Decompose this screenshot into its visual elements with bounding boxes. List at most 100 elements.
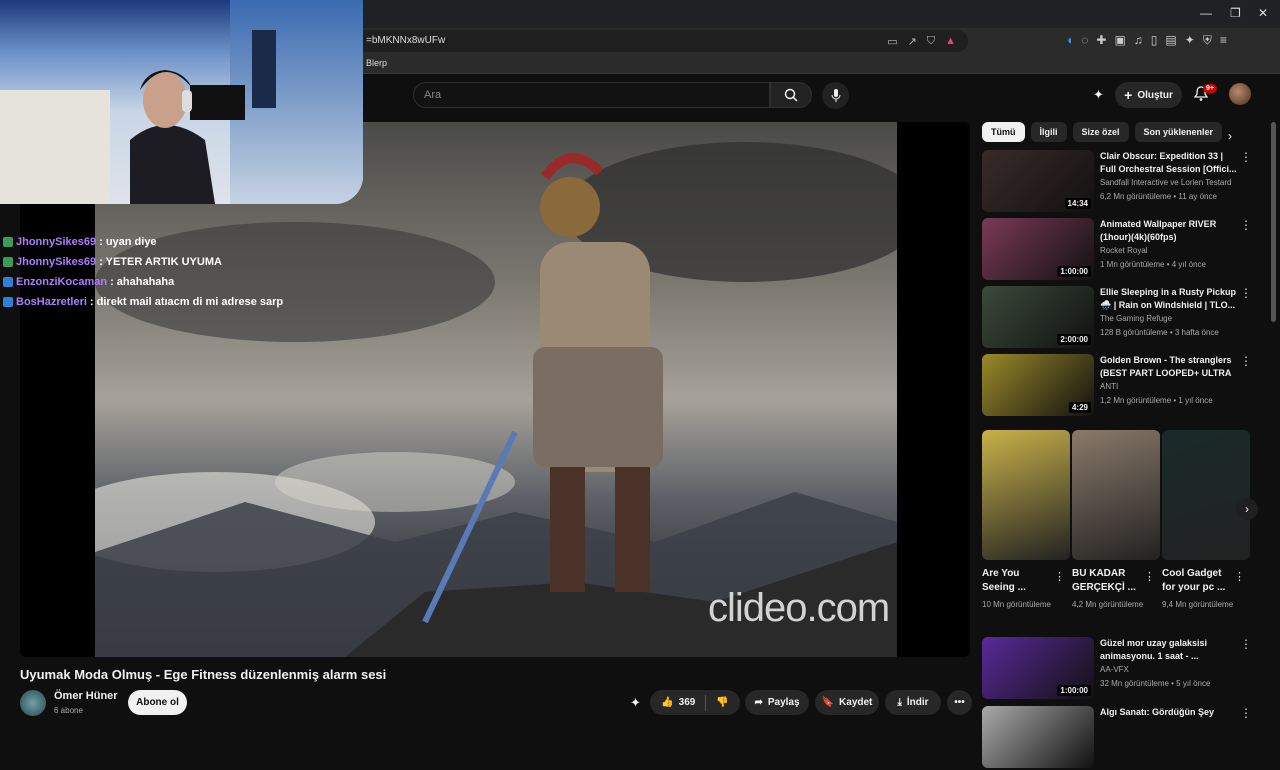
recommendation-title[interactable]: Golden Brown - The stranglers (BEST PART… bbox=[1100, 354, 1238, 380]
create-button[interactable]: + Oluştur bbox=[1115, 82, 1182, 108]
shield-icon[interactable]: ⛉ bbox=[927, 35, 935, 48]
avatar[interactable] bbox=[1229, 83, 1251, 105]
maximize-icon[interactable]: ❐ bbox=[1230, 6, 1241, 20]
short-thumbnail[interactable] bbox=[982, 430, 1070, 560]
chat-badge-icon bbox=[3, 277, 13, 287]
video-thumbnail[interactable]: 1:00:00 bbox=[982, 218, 1094, 280]
channel-avatar[interactable] bbox=[20, 690, 46, 716]
short-thumbnail[interactable] bbox=[1162, 430, 1250, 560]
filter-chip[interactable]: Tümü bbox=[982, 122, 1025, 142]
scrollbar[interactable] bbox=[1271, 122, 1276, 322]
recommendation-meta: 1,2 Mn görüntüleme • 1 yıl önce bbox=[1100, 396, 1213, 405]
recommendation-channel[interactable]: Sandfall Interactive ve Lorien Testard bbox=[1100, 178, 1231, 187]
sidebar-icon[interactable]: ▯ bbox=[1151, 33, 1158, 48]
filter-chip[interactable]: Son yüklenenler bbox=[1134, 122, 1223, 142]
recommendation-item[interactable]: 2:00:00 Ellie Sleeping in a Rusty Pickup … bbox=[982, 286, 1262, 350]
more-vert-icon[interactable]: ⋮ bbox=[1054, 570, 1065, 583]
ask-ai-icon[interactable]: ✦ bbox=[630, 695, 641, 711]
video-thumbnail[interactable] bbox=[982, 706, 1094, 768]
share-button[interactable]: ➦ Paylaş bbox=[745, 690, 809, 715]
short-item[interactable]: Cool Gadget for your pc ... 9,4 Mn görünt… bbox=[1162, 430, 1250, 611]
recommendation-meta: 128 B görüntüleme • 3 hafta önce bbox=[1100, 328, 1219, 337]
vpn-icon[interactable]: ⛨ bbox=[1203, 33, 1212, 48]
chat-text: : direkt mail atıacm di mi adrese sarp bbox=[89, 296, 284, 308]
more-vert-icon[interactable]: ⋮ bbox=[1234, 570, 1245, 583]
short-thumbnail[interactable] bbox=[1072, 430, 1160, 560]
video-thumbnail[interactable]: 2:00:00 bbox=[982, 286, 1094, 348]
more-vert-icon[interactable]: ⋮ bbox=[1240, 706, 1252, 720]
chevron-right-icon[interactable]: › bbox=[1228, 129, 1232, 143]
recommendation-title[interactable]: Algı Sanatı: Gördüğün Şey bbox=[1100, 706, 1238, 719]
filter-chip[interactable]: İlgili bbox=[1030, 122, 1067, 142]
close-icon[interactable]: ✕ bbox=[1258, 6, 1268, 20]
search-input[interactable]: Ara bbox=[413, 82, 770, 108]
cast-icon[interactable]: ▭ bbox=[887, 35, 897, 48]
filter-chip[interactable]: Size özel bbox=[1072, 122, 1129, 142]
recommendation-title[interactable]: Clair Obscur: Expedition 33 | Full Orche… bbox=[1100, 150, 1238, 176]
triangle-icon[interactable]: ▲ bbox=[945, 35, 956, 48]
wallet-icon[interactable]: ▤ bbox=[1165, 33, 1176, 48]
recommendation-title[interactable]: Güzel mor uzay galaksisi animasyonu. 1 s… bbox=[1100, 637, 1238, 663]
chat-overlay: JhonnySikes69: uyan diye JhonnySikes69: Y… bbox=[3, 232, 343, 312]
recommendation-channel[interactable]: AA-VFX bbox=[1100, 665, 1129, 674]
menu-icon[interactable]: ≡ bbox=[1220, 33, 1227, 48]
chat-badge-icon bbox=[3, 237, 13, 247]
music-icon[interactable]: ♫ bbox=[1134, 33, 1143, 48]
recommendation-channel[interactable]: Rocket Royal bbox=[1100, 246, 1148, 255]
address-bar[interactable]: =bMKNNx8wUFw ▭ ↗ ⛉ ▲ bbox=[356, 30, 968, 52]
recommendation-channel[interactable]: ANTI bbox=[1100, 382, 1118, 391]
video-thumbnail[interactable]: 1:00:00 bbox=[982, 637, 1094, 699]
short-item[interactable]: BU KADAR GERÇEKÇİ ... 4,2 Mn görüntüleme ⋮ bbox=[1072, 430, 1160, 611]
bookmark-item[interactable]: Blerp bbox=[366, 58, 387, 68]
share-icon[interactable]: ↗ bbox=[908, 35, 917, 48]
recommendation-channel[interactable]: The Gaming Refuge bbox=[1100, 314, 1172, 323]
recommendation-item[interactable]: 1:00:00 Güzel mor uzay galaksisi animasyo… bbox=[982, 637, 1262, 701]
short-title[interactable]: Cool Gadget for your pc ... bbox=[1162, 567, 1234, 595]
chat-text: : YETER ARTIK UYUMA bbox=[99, 256, 222, 268]
more-icon: ••• bbox=[954, 697, 965, 708]
microphone-icon bbox=[831, 88, 840, 102]
recommendation-item[interactable]: 1:00:00 Animated Wallpaper RIVER (1hour)(… bbox=[982, 218, 1262, 282]
more-vert-icon[interactable]: ⋮ bbox=[1240, 286, 1252, 300]
duration-badge: 1:00:00 bbox=[1057, 266, 1091, 277]
extension-icon[interactable]: ◌ bbox=[1081, 33, 1088, 48]
more-vert-icon[interactable]: ⋮ bbox=[1240, 637, 1252, 651]
shorts-next-button[interactable]: › bbox=[1236, 498, 1258, 520]
more-actions-button[interactable]: ••• bbox=[947, 690, 972, 715]
short-views: 4,2 Mn görüntüleme bbox=[1072, 600, 1144, 609]
search-placeholder: Ara bbox=[424, 89, 442, 101]
screenshot-icon[interactable]: ▣ bbox=[1114, 33, 1125, 48]
save-button[interactable]: 🔖 Kaydet bbox=[815, 690, 879, 715]
channel-name[interactable]: Ömer Hüner bbox=[54, 690, 118, 702]
recommendation-item[interactable]: 4:29 Golden Brown - The stranglers (BEST … bbox=[982, 354, 1262, 418]
download-button[interactable]: ⤓ İndir bbox=[885, 690, 941, 715]
short-item[interactable]: Are You Seeing ... 10 Mn görüntüleme ⋮ bbox=[982, 430, 1070, 611]
video-thumbnail[interactable]: 14:34 bbox=[982, 150, 1094, 212]
like-button[interactable]: 👍 369 bbox=[661, 697, 695, 708]
recommendation-item[interactable]: Algı Sanatı: Gördüğün Şey ⋮ bbox=[982, 706, 1262, 770]
download-label: İndir bbox=[906, 697, 929, 708]
short-title[interactable]: Are You Seeing ... bbox=[982, 567, 1054, 595]
short-title[interactable]: BU KADAR GERÇEKÇİ ... bbox=[1072, 567, 1144, 595]
recommendation-title[interactable]: Ellie Sleeping in a Rusty Pickup 🌧️ | Ra… bbox=[1100, 286, 1238, 312]
puzzle-icon[interactable]: ✚ bbox=[1096, 33, 1106, 48]
recommendation-meta: 1 Mn görüntüleme • 4 yıl önce bbox=[1100, 260, 1206, 269]
more-vert-icon[interactable]: ⋮ bbox=[1240, 150, 1252, 164]
thumbs-down-icon[interactable]: 👎 bbox=[716, 697, 728, 708]
audio-icon[interactable]: ◖ bbox=[1066, 33, 1073, 48]
gemini-icon[interactable]: ✦ bbox=[1093, 87, 1104, 103]
duration-badge: 14:34 bbox=[1064, 198, 1091, 209]
search-button[interactable] bbox=[770, 82, 812, 108]
subscribe-button[interactable]: Abone ol bbox=[128, 690, 187, 715]
sparkle-icon[interactable]: ✦ bbox=[1185, 33, 1195, 48]
voice-search-button[interactable] bbox=[822, 82, 849, 109]
more-vert-icon[interactable]: ⋮ bbox=[1240, 354, 1252, 368]
minimize-icon[interactable]: — bbox=[1200, 6, 1212, 20]
recommendation-title[interactable]: Animated Wallpaper RIVER (1hour)(4k)(60f… bbox=[1100, 218, 1238, 244]
webcam-overlay bbox=[0, 0, 363, 204]
more-vert-icon[interactable]: ⋮ bbox=[1240, 218, 1252, 232]
video-thumbnail[interactable]: 4:29 bbox=[982, 354, 1094, 416]
chat-badge-icon bbox=[3, 297, 13, 307]
recommendation-item[interactable]: 14:34 Clair Obscur: Expedition 33 | Full … bbox=[982, 150, 1262, 214]
more-vert-icon[interactable]: ⋮ bbox=[1144, 570, 1155, 583]
